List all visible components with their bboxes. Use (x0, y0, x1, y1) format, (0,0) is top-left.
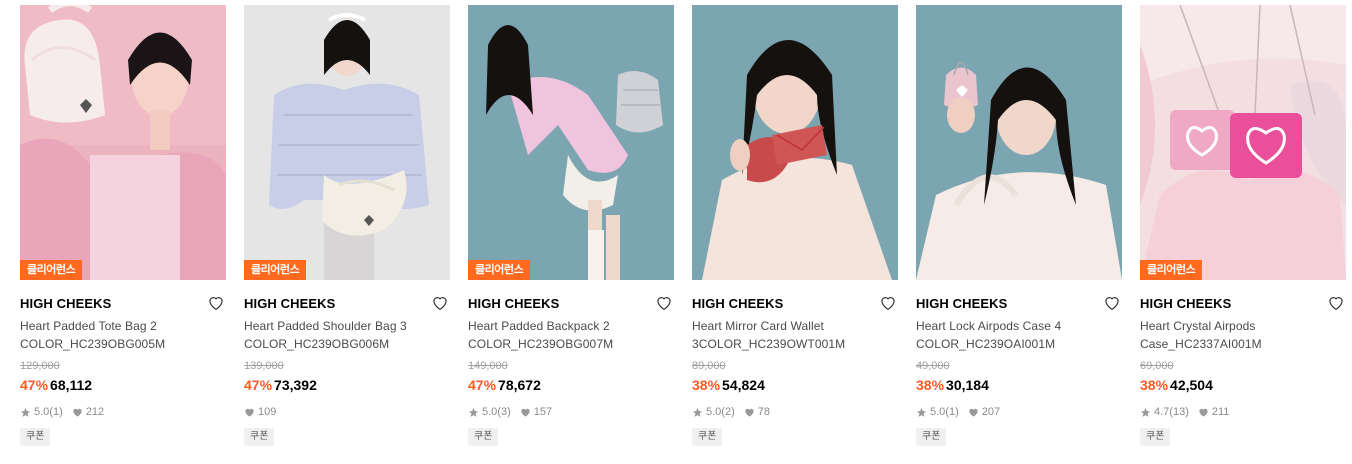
wishlist-heart-icon[interactable] (879, 294, 897, 312)
coupon-tag: 쿠폰 (468, 428, 499, 446)
discount-rate: 47% (20, 377, 49, 393)
product-card[interactable]: 클리어런스 HIGH CHEEKS Heart Padded Backpack … (468, 5, 674, 446)
product-stats: 4.7 (13) 211 (1140, 405, 1346, 419)
heart-count-icon (73, 408, 82, 417)
wishlist-heart-icon[interactable] (431, 294, 449, 312)
product-name[interactable]: Heart Padded Shoulder Bag 3 COLOR_HC239OB… (244, 317, 450, 353)
sale-price: 38% 54,824 (692, 377, 765, 393)
coupon-tag: 쿠폰 (916, 428, 947, 446)
star-icon (692, 407, 703, 417)
product-image[interactable] (692, 5, 898, 280)
product-card[interactable]: 클리어런스 HIGH CHEEKS Heart Padded Shoulder … (244, 5, 450, 446)
heart-count-icon (969, 408, 978, 417)
star-icon (468, 407, 479, 417)
brand-name[interactable]: HIGH CHEEKS (692, 296, 783, 311)
product-image[interactable]: 클리어런스 (1140, 5, 1346, 280)
product-card[interactable]: HIGH CHEEKS Heart Mirror Card Wallet 3COL… (692, 5, 898, 446)
discount-rate: 47% (244, 377, 273, 393)
clearance-badge: 클리어런스 (244, 260, 307, 280)
clearance-badge: 클리어런스 (468, 260, 531, 280)
product-card[interactable]: 클리어런스 HIGH CHEEKS Heart Padded Tote Bag … (20, 5, 226, 446)
brand-name[interactable]: HIGH CHEEKS (244, 296, 335, 311)
brand-name[interactable]: HIGH CHEEKS (20, 296, 111, 311)
product-grid: 클리어런스 HIGH CHEEKS Heart Padded Tote Bag … (20, 5, 1346, 446)
product-image[interactable]: 클리어런스 (468, 5, 674, 280)
product-card[interactable]: 클리어런스 HIGH CHEEKS Heart Crystal Airpods C… (1140, 5, 1346, 446)
product-name[interactable]: Heart Crystal Airpods Case_HC2337AI001M (1140, 317, 1346, 353)
product-name[interactable]: Heart Lock Airpods Case 4 COLOR_HC239OAI0… (916, 317, 1122, 353)
clearance-badge: 클리어런스 (20, 260, 83, 280)
coupon-tag: 쿠폰 (692, 428, 723, 446)
product-name[interactable]: Heart Padded Backpack 2 COLOR_HC239OBG007… (468, 317, 674, 353)
sale-price: 38% 42,504 (1140, 377, 1213, 393)
wishlist-heart-icon[interactable] (1103, 294, 1121, 312)
original-price: 69,000 (1140, 360, 1174, 372)
star-icon (1140, 407, 1151, 417)
heart-count-icon (245, 408, 254, 417)
sale-price: 47% 78,672 (468, 377, 541, 393)
product-card[interactable]: HIGH CHEEKS Heart Lock Airpods Case 4 COL… (916, 5, 1122, 446)
product-stats: 5.0 (1) 207 (916, 405, 1122, 419)
original-price: 129,000 (20, 360, 60, 372)
product-image[interactable]: 클리어런스 (20, 5, 226, 280)
product-name[interactable]: Heart Mirror Card Wallet 3COLOR_HC239OWT0… (692, 317, 898, 353)
product-image[interactable] (916, 5, 1122, 280)
discount-rate: 38% (692, 377, 721, 393)
coupon-tag: 쿠폰 (20, 428, 51, 446)
sale-price: 47% 73,392 (244, 377, 317, 393)
sale-price: 38% 30,184 (916, 377, 989, 393)
product-stats: 5.0 (2) 78 (692, 405, 898, 419)
discount-rate: 38% (1140, 377, 1169, 393)
product-stats: 5.0 (1) 212 (20, 405, 226, 419)
discount-rate: 38% (916, 377, 945, 393)
brand-name[interactable]: HIGH CHEEKS (916, 296, 1007, 311)
product-image[interactable]: 클리어런스 (244, 5, 450, 280)
heart-count-icon (745, 408, 754, 417)
original-price: 149,000 (468, 360, 508, 372)
sale-price: 47% 68,112 (20, 377, 93, 393)
heart-count-icon (1199, 408, 1208, 417)
heart-count-icon (521, 408, 530, 417)
star-icon (916, 407, 927, 417)
product-stats: 109 (244, 405, 450, 419)
original-price: 49,000 (916, 360, 950, 372)
coupon-tag: 쿠폰 (1140, 428, 1171, 446)
wishlist-heart-icon[interactable] (1327, 294, 1345, 312)
wishlist-heart-icon[interactable] (207, 294, 225, 312)
coupon-tag: 쿠폰 (244, 428, 275, 446)
original-price: 139,000 (244, 360, 284, 372)
product-stats: 5.0 (3) 157 (468, 405, 674, 419)
clearance-badge: 클리어런스 (1140, 260, 1203, 280)
original-price: 89,000 (692, 360, 726, 372)
star-icon (20, 407, 31, 417)
product-name[interactable]: Heart Padded Tote Bag 2 COLOR_HC239OBG005… (20, 317, 226, 353)
wishlist-heart-icon[interactable] (655, 294, 673, 312)
brand-name[interactable]: HIGH CHEEKS (1140, 296, 1231, 311)
discount-rate: 47% (468, 377, 497, 393)
brand-name[interactable]: HIGH CHEEKS (468, 296, 559, 311)
